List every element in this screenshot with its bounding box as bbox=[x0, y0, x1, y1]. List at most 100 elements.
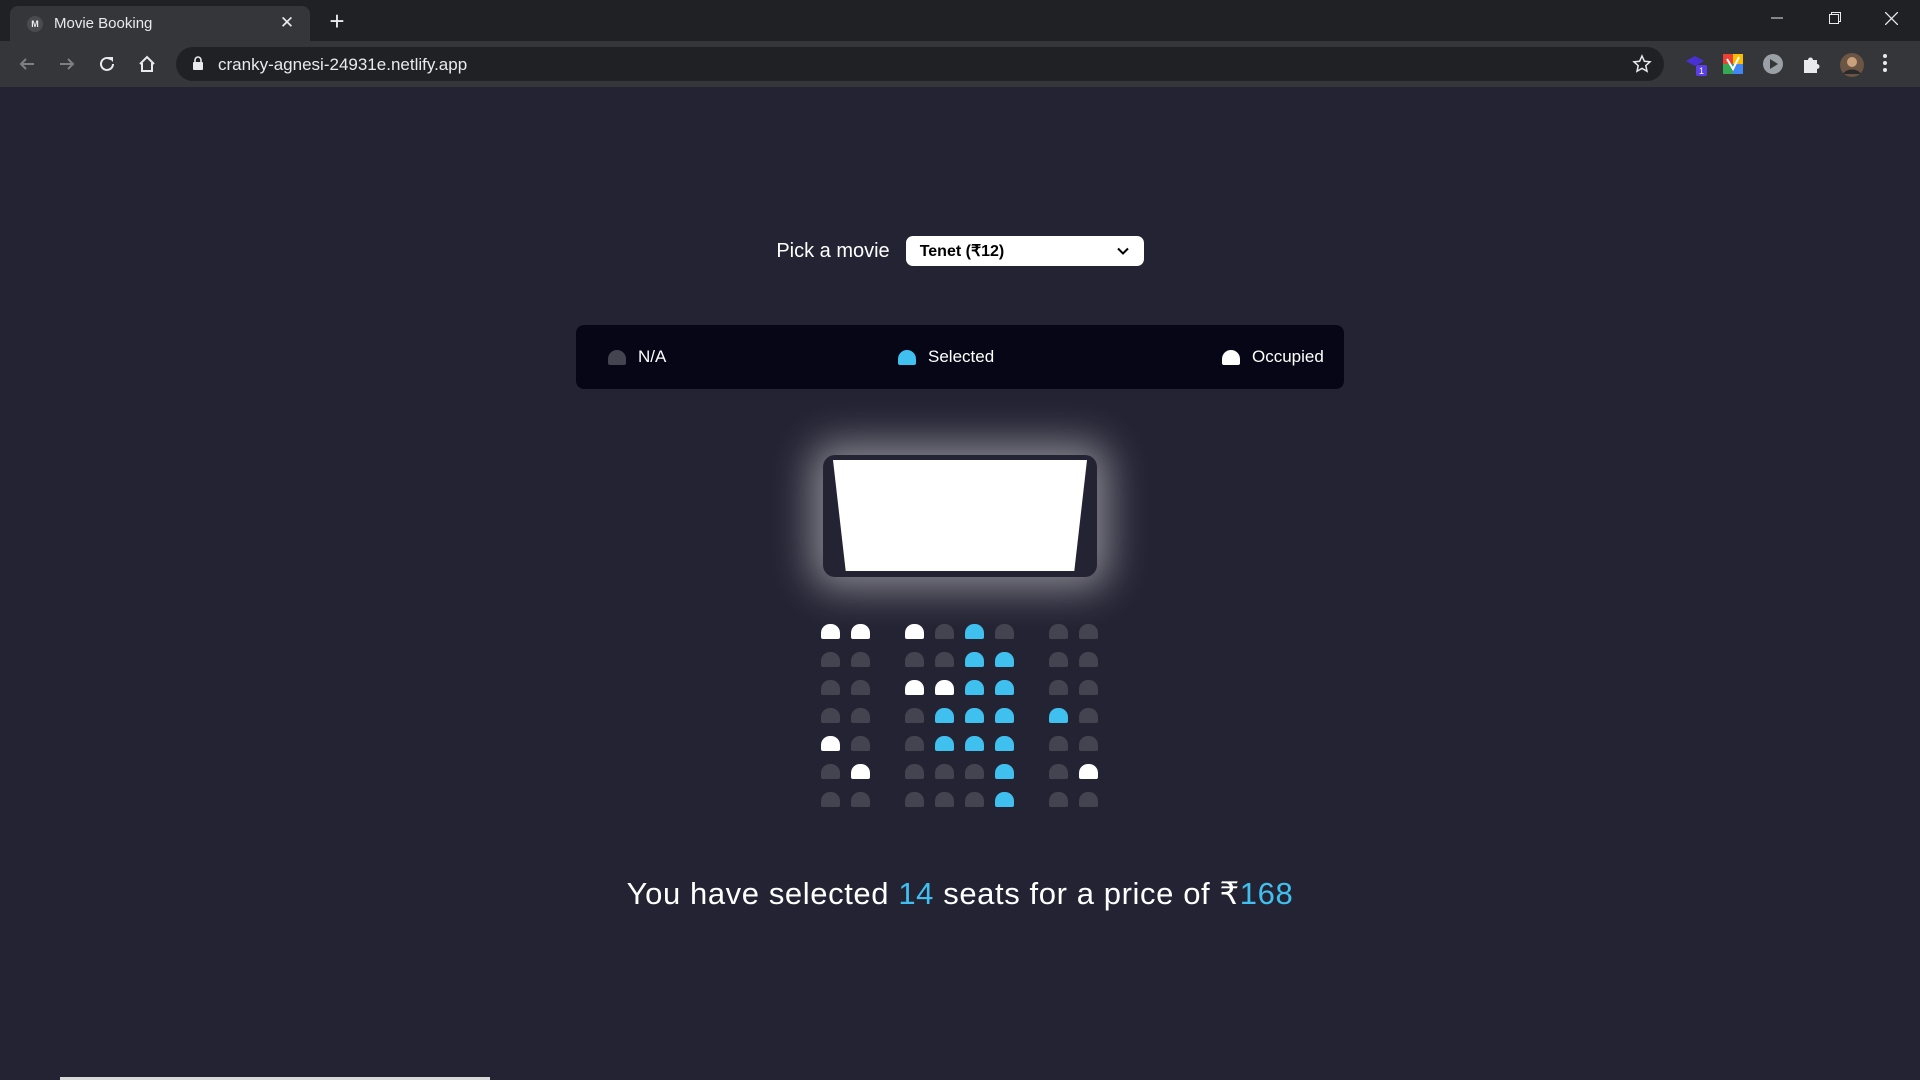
seat-row bbox=[0, 792, 1920, 810]
restore-button[interactable] bbox=[1806, 0, 1864, 36]
seat[interactable] bbox=[1049, 708, 1068, 723]
seat[interactable] bbox=[851, 652, 870, 667]
seat[interactable] bbox=[1049, 736, 1068, 751]
seat-row bbox=[0, 624, 1920, 642]
summary-prefix: You have selected bbox=[626, 876, 890, 911]
seat[interactable] bbox=[965, 624, 984, 639]
seat[interactable] bbox=[935, 736, 954, 751]
seat bbox=[935, 680, 954, 695]
seat[interactable] bbox=[1049, 764, 1068, 779]
seat[interactable] bbox=[995, 624, 1014, 639]
seat[interactable] bbox=[965, 680, 984, 695]
seat[interactable] bbox=[1079, 792, 1098, 807]
seat[interactable] bbox=[1079, 652, 1098, 667]
seat[interactable] bbox=[935, 624, 954, 639]
seat-row bbox=[0, 652, 1920, 670]
seat[interactable] bbox=[995, 652, 1014, 667]
seat[interactable] bbox=[821, 680, 840, 695]
movie-select[interactable]: Tenet (₹12) bbox=[905, 236, 1144, 266]
seat bbox=[821, 624, 840, 639]
seat[interactable] bbox=[965, 736, 984, 751]
seat[interactable] bbox=[821, 792, 840, 807]
minimize-button[interactable] bbox=[1748, 0, 1806, 36]
legend-selected-label: Selected bbox=[928, 347, 995, 366]
pick-movie-label: Pick a movie bbox=[776, 239, 890, 262]
seat[interactable] bbox=[1049, 624, 1068, 639]
seat bbox=[851, 764, 870, 779]
seat[interactable] bbox=[1079, 624, 1098, 639]
browser-tab[interactable]: M Movie Booking ✕ bbox=[10, 6, 310, 41]
seat[interactable] bbox=[965, 708, 984, 723]
seat[interactable] bbox=[995, 680, 1014, 695]
browser-toolbar: cranky-agnesi-24931e.netlify.app 1 bbox=[0, 41, 1920, 87]
seat-row bbox=[0, 736, 1920, 754]
currency-symbol: ₹ bbox=[1219, 876, 1240, 911]
seat bbox=[1079, 764, 1098, 779]
seat[interactable] bbox=[965, 764, 984, 779]
address-bar[interactable]: cranky-agnesi-24931e.netlify.app bbox=[176, 47, 1664, 81]
seat[interactable] bbox=[935, 764, 954, 779]
seat[interactable] bbox=[1049, 652, 1068, 667]
profile-avatar[interactable] bbox=[1840, 53, 1864, 77]
seat[interactable] bbox=[995, 708, 1014, 723]
movie-screen bbox=[833, 460, 1087, 571]
seat[interactable] bbox=[1049, 680, 1068, 695]
extension-colorful-icon[interactable] bbox=[1722, 53, 1744, 75]
seat[interactable] bbox=[821, 708, 840, 723]
legend-na: N/A bbox=[608, 325, 666, 389]
seat[interactable] bbox=[965, 792, 984, 807]
seat[interactable] bbox=[1079, 708, 1098, 723]
legend-selected: Selected bbox=[898, 325, 994, 389]
seat-row bbox=[0, 708, 1920, 726]
seat[interactable] bbox=[821, 652, 840, 667]
browser-tab-bar: M Movie Booking ✕ + bbox=[0, 0, 1920, 41]
seat[interactable] bbox=[905, 736, 924, 751]
new-tab-button[interactable]: + bbox=[322, 8, 352, 36]
seat[interactable] bbox=[905, 792, 924, 807]
movie-picker: Pick a movie Tenet (₹12) bbox=[0, 236, 1920, 266]
bookmark-star-icon[interactable] bbox=[1632, 54, 1652, 74]
url-text: cranky-agnesi-24931e.netlify.app bbox=[218, 55, 468, 74]
seat[interactable] bbox=[935, 652, 954, 667]
selected-count: 14 bbox=[898, 876, 935, 911]
seat[interactable] bbox=[851, 708, 870, 723]
tab-close-icon[interactable]: ✕ bbox=[276, 12, 298, 34]
extensions-puzzle-icon[interactable] bbox=[1801, 53, 1823, 75]
browser-menu-icon[interactable] bbox=[1882, 53, 1904, 75]
close-window-button[interactable] bbox=[1862, 0, 1920, 36]
seat[interactable] bbox=[905, 708, 924, 723]
seat[interactable] bbox=[851, 792, 870, 807]
seat[interactable] bbox=[905, 764, 924, 779]
home-button[interactable] bbox=[132, 49, 162, 79]
seat[interactable] bbox=[995, 792, 1014, 807]
back-button[interactable] bbox=[12, 49, 42, 79]
seat bbox=[821, 736, 840, 751]
seat-legend: N/A Selected Occupied bbox=[576, 325, 1344, 389]
seat[interactable] bbox=[995, 736, 1014, 751]
seat[interactable] bbox=[965, 652, 984, 667]
legend-na-label: N/A bbox=[638, 347, 667, 366]
seat[interactable] bbox=[935, 708, 954, 723]
seat-occupied-icon bbox=[1222, 349, 1240, 365]
seat[interactable] bbox=[1079, 680, 1098, 695]
seat-row bbox=[0, 680, 1920, 698]
movie-select-value: Tenet (₹12) bbox=[919, 243, 1005, 260]
seat[interactable] bbox=[995, 764, 1014, 779]
seat[interactable] bbox=[1079, 736, 1098, 751]
seat[interactable] bbox=[905, 652, 924, 667]
seat-selected-icon bbox=[898, 349, 916, 365]
extension-play-icon[interactable] bbox=[1762, 53, 1784, 75]
lock-icon bbox=[193, 56, 203, 70]
booking-summary: You have selected 14 seats for a price o… bbox=[0, 876, 1920, 912]
seat[interactable] bbox=[851, 680, 870, 695]
seat[interactable] bbox=[1049, 792, 1068, 807]
legend-occupied-label: Occupied bbox=[1252, 347, 1324, 366]
reload-button[interactable] bbox=[92, 49, 122, 79]
seat[interactable] bbox=[851, 736, 870, 751]
tab-title: Movie Booking bbox=[54, 15, 153, 32]
seat[interactable] bbox=[821, 764, 840, 779]
chevron-down-icon bbox=[1116, 247, 1129, 255]
forward-button[interactable] bbox=[52, 49, 82, 79]
seat[interactable] bbox=[935, 792, 954, 807]
extension-purple-icon[interactable]: 1 bbox=[1684, 53, 1707, 76]
